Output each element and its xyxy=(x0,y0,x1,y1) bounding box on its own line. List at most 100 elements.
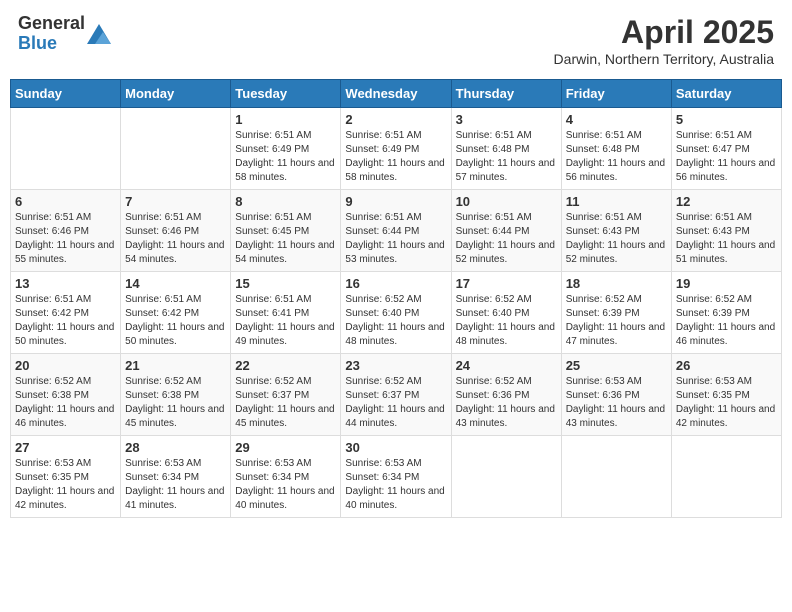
day-info: Sunrise: 6:52 AMSunset: 6:38 PMDaylight:… xyxy=(125,375,226,431)
calendar-cell xyxy=(561,436,671,518)
logo-blue-text: Blue xyxy=(18,34,85,54)
day-number: 19 xyxy=(676,276,777,291)
calendar-cell: 4 Sunrise: 6:51 AMSunset: 6:48 PMDaylight… xyxy=(561,108,671,190)
day-info: Sunrise: 6:51 AMSunset: 6:49 PMDaylight:… xyxy=(235,129,336,185)
day-info: Sunrise: 6:51 AMSunset: 6:44 PMDaylight:… xyxy=(456,211,557,267)
calendar-cell xyxy=(11,108,121,190)
day-info: Sunrise: 6:53 AMSunset: 6:34 PMDaylight:… xyxy=(235,457,336,513)
day-number: 20 xyxy=(15,358,116,373)
day-number: 26 xyxy=(676,358,777,373)
day-info: Sunrise: 6:51 AMSunset: 6:43 PMDaylight:… xyxy=(676,211,777,267)
weekday-header-tuesday: Tuesday xyxy=(231,80,341,108)
day-info: Sunrise: 6:53 AMSunset: 6:35 PMDaylight:… xyxy=(15,457,116,513)
calendar-cell: 2 Sunrise: 6:51 AMSunset: 6:49 PMDaylight… xyxy=(341,108,451,190)
day-number: 3 xyxy=(456,112,557,127)
calendar-cell: 22 Sunrise: 6:52 AMSunset: 6:37 PMDayligh… xyxy=(231,354,341,436)
subtitle: Darwin, Northern Territory, Australia xyxy=(554,51,774,67)
day-number: 10 xyxy=(456,194,557,209)
day-number: 30 xyxy=(345,440,446,455)
day-number: 4 xyxy=(566,112,667,127)
day-info: Sunrise: 6:52 AMSunset: 6:38 PMDaylight:… xyxy=(15,375,116,431)
day-info: Sunrise: 6:52 AMSunset: 6:40 PMDaylight:… xyxy=(345,293,446,349)
day-info: Sunrise: 6:51 AMSunset: 6:49 PMDaylight:… xyxy=(345,129,446,185)
day-number: 7 xyxy=(125,194,226,209)
calendar-cell: 24Sunrise: 6:52 AMSunset: 6:36 PMDayligh… xyxy=(451,354,561,436)
day-info: Sunrise: 6:53 AMSunset: 6:36 PMDaylight:… xyxy=(566,375,667,431)
calendar-cell: 25 Sunrise: 6:53 AMSunset: 6:36 PMDayligh… xyxy=(561,354,671,436)
calendar-cell: 10 Sunrise: 6:51 AMSunset: 6:44 PMDayligh… xyxy=(451,190,561,272)
weekday-header-thursday: Thursday xyxy=(451,80,561,108)
calendar-week-row: 20 Sunrise: 6:52 AMSunset: 6:38 PMDayligh… xyxy=(11,354,782,436)
calendar-cell: 5 Sunrise: 6:51 AMSunset: 6:47 PMDaylight… xyxy=(671,108,781,190)
weekday-header-wednesday: Wednesday xyxy=(341,80,451,108)
calendar-cell: 30 Sunrise: 6:53 AMSunset: 6:34 PMDayligh… xyxy=(341,436,451,518)
header: General Blue April 2025 Darwin, Northern… xyxy=(10,10,782,71)
calendar-cell: 28 Sunrise: 6:53 AMSunset: 6:34 PMDayligh… xyxy=(121,436,231,518)
calendar-cell: 12 Sunrise: 6:51 AMSunset: 6:43 PMDayligh… xyxy=(671,190,781,272)
day-number: 23 xyxy=(345,358,446,373)
calendar-cell: 15 Sunrise: 6:51 AMSunset: 6:41 PMDayligh… xyxy=(231,272,341,354)
calendar-week-row: 1 Sunrise: 6:51 AMSunset: 6:49 PMDaylight… xyxy=(11,108,782,190)
day-number: 12 xyxy=(676,194,777,209)
calendar-cell: 13 Sunrise: 6:51 AMSunset: 6:42 PMDayligh… xyxy=(11,272,121,354)
day-info: Sunrise: 6:53 AMSunset: 6:34 PMDaylight:… xyxy=(125,457,226,513)
calendar-cell: 26Sunrise: 6:53 AMSunset: 6:35 PMDayligh… xyxy=(671,354,781,436)
day-number: 9 xyxy=(345,194,446,209)
calendar-cell: 18Sunrise: 6:52 AMSunset: 6:39 PMDayligh… xyxy=(561,272,671,354)
calendar-cell xyxy=(671,436,781,518)
day-number: 28 xyxy=(125,440,226,455)
main-title: April 2025 xyxy=(554,14,774,51)
day-number: 5 xyxy=(676,112,777,127)
day-info: Sunrise: 6:51 AMSunset: 6:46 PMDaylight:… xyxy=(15,211,116,267)
calendar-cell: 1 Sunrise: 6:51 AMSunset: 6:49 PMDaylight… xyxy=(231,108,341,190)
day-number: 11 xyxy=(566,194,667,209)
day-info: Sunrise: 6:51 AMSunset: 6:42 PMDaylight:… xyxy=(125,293,226,349)
day-info: Sunrise: 6:52 AMSunset: 6:39 PMDaylight:… xyxy=(676,293,777,349)
day-info: Sunrise: 6:51 AMSunset: 6:45 PMDaylight:… xyxy=(235,211,336,267)
day-info: Sunrise: 6:51 AMSunset: 6:46 PMDaylight:… xyxy=(125,211,226,267)
weekday-header-friday: Friday xyxy=(561,80,671,108)
day-number: 13 xyxy=(15,276,116,291)
weekday-header-row: SundayMondayTuesdayWednesdayThursdayFrid… xyxy=(11,80,782,108)
calendar-cell xyxy=(451,436,561,518)
calendar-table: SundayMondayTuesdayWednesdayThursdayFrid… xyxy=(10,79,782,518)
day-info: Sunrise: 6:51 AMSunset: 6:42 PMDaylight:… xyxy=(15,293,116,349)
logo: General Blue xyxy=(18,14,111,54)
day-number: 18 xyxy=(566,276,667,291)
day-info: Sunrise: 6:51 AMSunset: 6:41 PMDaylight:… xyxy=(235,293,336,349)
logo-general-text: General xyxy=(18,14,85,34)
calendar-cell: 23Sunrise: 6:52 AMSunset: 6:37 PMDayligh… xyxy=(341,354,451,436)
day-info: Sunrise: 6:51 AMSunset: 6:48 PMDaylight:… xyxy=(456,129,557,185)
calendar-cell: 16Sunrise: 6:52 AMSunset: 6:40 PMDayligh… xyxy=(341,272,451,354)
day-number: 15 xyxy=(235,276,336,291)
weekday-header-monday: Monday xyxy=(121,80,231,108)
calendar-week-row: 27 Sunrise: 6:53 AMSunset: 6:35 PMDayligh… xyxy=(11,436,782,518)
day-number: 2 xyxy=(345,112,446,127)
calendar-cell: 19 Sunrise: 6:52 AMSunset: 6:39 PMDayligh… xyxy=(671,272,781,354)
day-info: Sunrise: 6:52 AMSunset: 6:40 PMDaylight:… xyxy=(456,293,557,349)
weekday-header-saturday: Saturday xyxy=(671,80,781,108)
calendar-cell: 3 Sunrise: 6:51 AMSunset: 6:48 PMDaylight… xyxy=(451,108,561,190)
calendar-cell: 21Sunrise: 6:52 AMSunset: 6:38 PMDayligh… xyxy=(121,354,231,436)
day-info: Sunrise: 6:52 AMSunset: 6:37 PMDaylight:… xyxy=(235,375,336,431)
day-info: Sunrise: 6:51 AMSunset: 6:48 PMDaylight:… xyxy=(566,129,667,185)
day-info: Sunrise: 6:51 AMSunset: 6:44 PMDaylight:… xyxy=(345,211,446,267)
calendar-cell: 7 Sunrise: 6:51 AMSunset: 6:46 PMDaylight… xyxy=(121,190,231,272)
calendar-cell: 8Sunrise: 6:51 AMSunset: 6:45 PMDaylight… xyxy=(231,190,341,272)
day-info: Sunrise: 6:51 AMSunset: 6:47 PMDaylight:… xyxy=(676,129,777,185)
day-info: Sunrise: 6:51 AMSunset: 6:43 PMDaylight:… xyxy=(566,211,667,267)
calendar-cell: 9 Sunrise: 6:51 AMSunset: 6:44 PMDaylight… xyxy=(341,190,451,272)
calendar-cell: 29Sunrise: 6:53 AMSunset: 6:34 PMDayligh… xyxy=(231,436,341,518)
day-number: 14 xyxy=(125,276,226,291)
weekday-header-sunday: Sunday xyxy=(11,80,121,108)
calendar-cell: 27 Sunrise: 6:53 AMSunset: 6:35 PMDayligh… xyxy=(11,436,121,518)
calendar-cell: 6Sunrise: 6:51 AMSunset: 6:46 PMDaylight… xyxy=(11,190,121,272)
day-number: 22 xyxy=(235,358,336,373)
day-info: Sunrise: 6:53 AMSunset: 6:34 PMDaylight:… xyxy=(345,457,446,513)
calendar-cell: 20 Sunrise: 6:52 AMSunset: 6:38 PMDayligh… xyxy=(11,354,121,436)
day-number: 1 xyxy=(235,112,336,127)
day-number: 25 xyxy=(566,358,667,373)
calendar-week-row: 13 Sunrise: 6:51 AMSunset: 6:42 PMDayligh… xyxy=(11,272,782,354)
title-area: April 2025 Darwin, Northern Territory, A… xyxy=(554,14,774,67)
day-number: 27 xyxy=(15,440,116,455)
